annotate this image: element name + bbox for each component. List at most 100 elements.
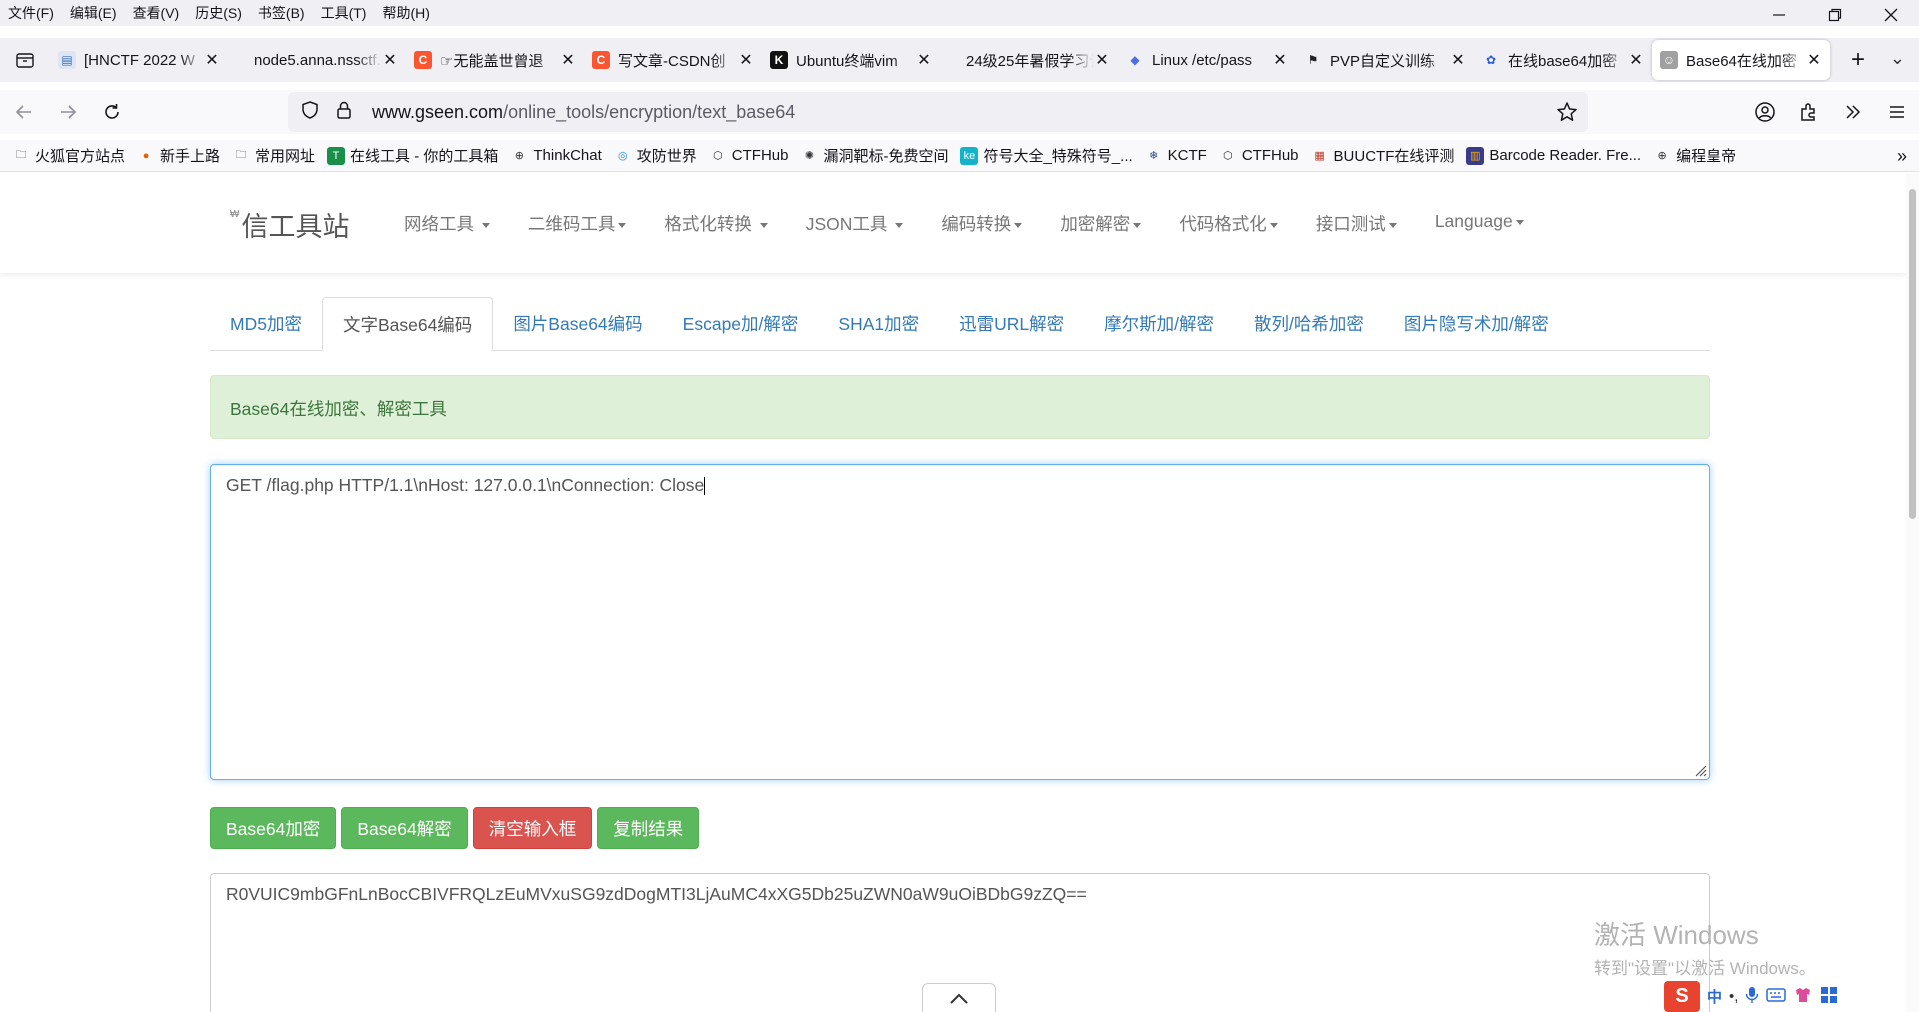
tool-tab[interactable]: 迅雷URL解密: [939, 297, 1084, 350]
tab-list-button[interactable]: [0, 38, 50, 82]
browser-tab[interactable]: ✿ 在线base64加密 ✕: [1474, 40, 1652, 80]
tool-tab[interactable]: Escape加/解密: [663, 297, 819, 350]
menu-tools[interactable]: 工具(T): [313, 0, 375, 26]
browser-tab[interactable]: ☺ Base64在线加密 ✕: [1652, 40, 1830, 80]
lock-icon[interactable]: [334, 100, 358, 125]
ime-language-toggle[interactable]: 中: [1707, 986, 1722, 1007]
tab-close-icon[interactable]: ✕: [560, 50, 576, 70]
base64-encode-button[interactable]: Base64加密: [210, 807, 337, 849]
account-button[interactable]: [1743, 92, 1787, 132]
tab-close-icon[interactable]: ✕: [916, 50, 932, 70]
browser-tab[interactable]: K Ubuntu终端vim ✕: [762, 40, 940, 80]
tab-close-icon[interactable]: ✕: [382, 50, 398, 70]
new-tab-button[interactable]: +: [1838, 40, 1878, 80]
restore-button[interactable]: [1807, 0, 1863, 30]
bookmark-item[interactable]: ◎ 攻防世界: [614, 145, 697, 166]
menu-history[interactable]: 历史(S): [187, 0, 250, 26]
base64-decode-button[interactable]: Base64解密: [341, 807, 468, 849]
bookmark-item[interactable]: ⬡ CTFHub: [709, 147, 789, 165]
tab-close-icon[interactable]: ✕: [204, 50, 220, 70]
menu-edit[interactable]: 编辑(E): [62, 0, 125, 26]
bookmarks-overflow-button[interactable]: »: [1897, 146, 1907, 167]
tracking-protection-icon[interactable]: [300, 100, 324, 125]
tool-tab[interactable]: 文字Base64编码: [321, 297, 494, 351]
browser-tab[interactable]: ◆ Linux /etc/pass ✕: [1118, 40, 1296, 80]
bookmark-item[interactable]: ▥ Barcode Reader. Fre...: [1466, 146, 1641, 165]
bookmark-item[interactable]: ⊕ 编程皇帝: [1653, 145, 1737, 166]
menu-encoding[interactable]: 编码转换: [941, 211, 1023, 236]
bookmark-item[interactable]: ▦ BUUCTF在线评测: [1311, 145, 1454, 166]
reload-button[interactable]: [92, 92, 132, 132]
browser-tab[interactable]: C 写文章-CSDN创 ✕: [584, 40, 762, 80]
sogou-ime-icon[interactable]: S: [1664, 981, 1700, 1012]
clear-input-button[interactable]: 清空输入框: [472, 807, 593, 849]
back-button[interactable]: [4, 92, 44, 132]
menu-help[interactable]: 帮助(H): [374, 0, 437, 26]
tool-tab[interactable]: 散列/哈希加密: [1234, 297, 1384, 350]
resize-handle-icon[interactable]: [1693, 763, 1707, 777]
page-scrollbar[interactable]: [1906, 173, 1919, 1012]
brand-name: 信工具站: [241, 212, 350, 242]
tool-tab[interactable]: MD5加密: [210, 297, 322, 350]
menu-format-convert[interactable]: 格式化转换: [664, 211, 768, 236]
bookmark-item[interactable]: ● 新手上路: [137, 145, 220, 166]
bookmark-item[interactable]: ❄ KCTF: [1145, 147, 1207, 165]
all-tabs-button[interactable]: ⌄: [1890, 48, 1905, 69]
browser-tab[interactable]: 24级25年暑假学习计 ✕: [940, 40, 1118, 80]
tool-tab[interactable]: 图片隐写术加/解密: [1384, 297, 1569, 350]
ime-punctuation-toggle[interactable]: •,: [1729, 988, 1738, 1005]
scrollbar-thumb[interactable]: [1909, 189, 1916, 519]
more-tools-button[interactable]: [1831, 92, 1875, 132]
skin-icon[interactable]: [1793, 986, 1813, 1008]
bookmark-label: 符号大全_特殊符号_...: [983, 148, 1133, 165]
tab-close-icon[interactable]: ✕: [1450, 50, 1466, 70]
address-bar[interactable]: www.gseen.com/online_tools/encryption/te…: [288, 92, 1588, 132]
tool-tab[interactable]: 摩尔斯加/解密: [1084, 297, 1234, 350]
menu-qrcode-tools[interactable]: 二维码工具: [528, 211, 627, 236]
tab-close-icon[interactable]: ✕: [1806, 50, 1822, 70]
minimize-button[interactable]: [1751, 0, 1807, 30]
restore-icon: [1828, 8, 1842, 22]
bookmark-star-icon[interactable]: [1556, 101, 1578, 128]
tab-close-icon[interactable]: ✕: [1094, 50, 1110, 70]
menu-language[interactable]: Language: [1435, 211, 1524, 236]
url-text[interactable]: www.gseen.com/online_tools/encryption/te…: [372, 102, 795, 123]
tab-close-icon[interactable]: ✕: [1272, 50, 1288, 70]
forward-button[interactable]: [48, 92, 88, 132]
menu-view[interactable]: 查看(V): [125, 0, 188, 26]
close-window-button[interactable]: [1863, 0, 1919, 30]
app-menubar: 文件(F) 编辑(E) 查看(V) 历史(S) 书签(B) 工具(T) 帮助(H…: [0, 0, 1919, 26]
tool-tab[interactable]: SHA1加密: [818, 297, 939, 350]
microphone-icon[interactable]: [1745, 986, 1759, 1008]
bookmark-item[interactable]: 🗀 常用网址: [232, 145, 316, 166]
tool-tab[interactable]: 图片Base64编码: [493, 297, 662, 350]
scroll-to-top-button[interactable]: [922, 983, 996, 1012]
bookmark-item[interactable]: 🗀 火狐官方站点: [12, 145, 126, 166]
bookmark-item[interactable]: ⬡ CTFHub: [1219, 147, 1299, 165]
browser-tab[interactable]: ⚑ PVP自定义训练 ✕: [1296, 40, 1474, 80]
app-menu-button[interactable]: [1875, 92, 1919, 132]
browser-tab[interactable]: ▤ [HNCTF 2022 W ✕: [50, 40, 228, 80]
extensions-button[interactable]: [1787, 92, 1831, 132]
source-textarea[interactable]: GET /flag.php HTTP/1.1\nHost: 127.0.0.1\…: [210, 464, 1710, 780]
keyboard-icon[interactable]: [1766, 987, 1787, 1007]
site-brand[interactable]: ₩ 信工具站: [230, 205, 349, 244]
bookmark-item[interactable]: ⊕ ThinkChat: [510, 147, 602, 165]
tab-close-icon[interactable]: ✕: [738, 50, 754, 70]
bookmark-item[interactable]: ke 符号大全_特殊符号_...: [960, 145, 1133, 166]
tab-close-icon[interactable]: ✕: [1628, 50, 1644, 70]
menu-json-tools[interactable]: JSON工具: [806, 211, 904, 236]
folder-icon: 🗀: [15, 149, 27, 161]
browser-tab[interactable]: node5.anna.nssctf. ✕: [228, 40, 406, 80]
ime-tools-icon[interactable]: [1820, 986, 1838, 1008]
copy-result-button[interactable]: 复制结果: [597, 807, 700, 849]
menu-code-format[interactable]: 代码格式化: [1179, 211, 1278, 236]
menu-api-test[interactable]: 接口测试: [1316, 211, 1397, 236]
browser-tab[interactable]: C ☞无能盖世曾退 ✕: [406, 40, 584, 80]
menu-network-tools[interactable]: 网络工具: [404, 211, 490, 236]
bookmark-item[interactable]: ✺ 漏洞靶标-免费空间: [800, 145, 949, 166]
menu-encryption[interactable]: 加密解密: [1060, 211, 1142, 236]
menu-bookmarks[interactable]: 书签(B): [250, 0, 313, 26]
bookmark-item[interactable]: T 在线工具 - 你的工具箱: [327, 145, 498, 166]
menu-file[interactable]: 文件(F): [0, 0, 62, 26]
